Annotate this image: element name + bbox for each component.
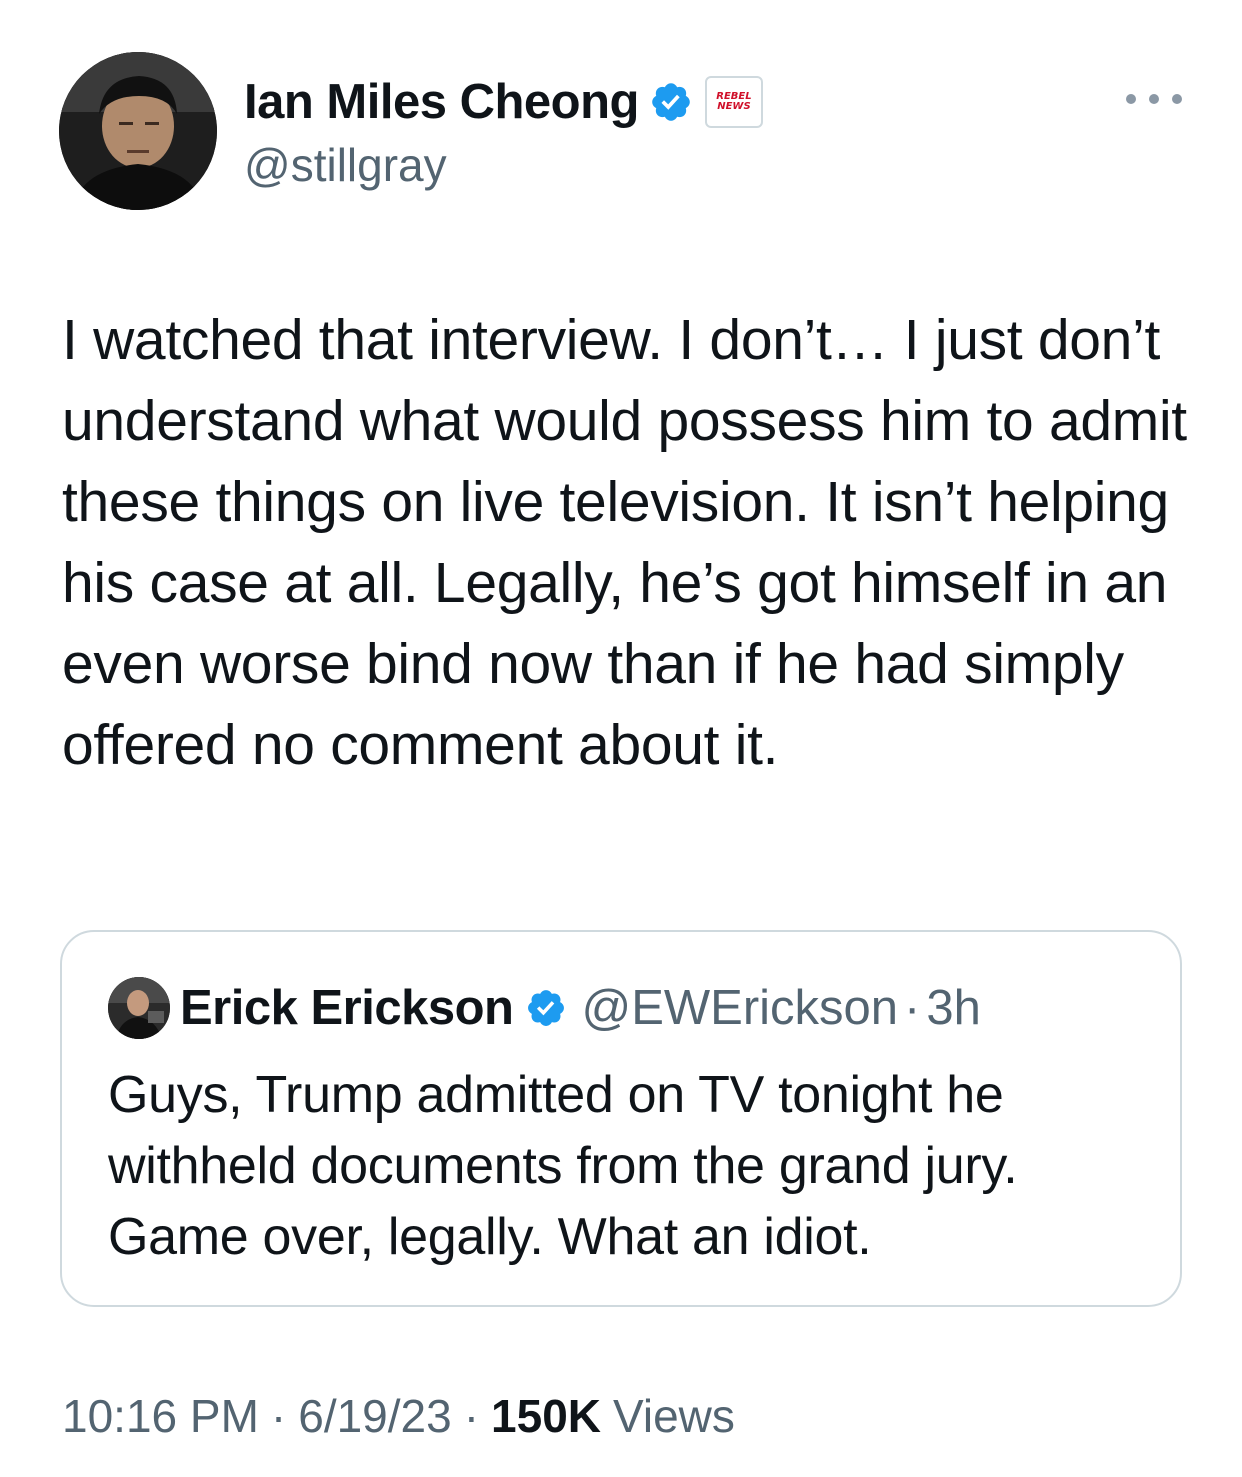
tweet-meta: 10:16 PM · 6/19/23 · 150K Views — [62, 1386, 735, 1446]
tweet-text: I watched that interview. I don’t… I jus… — [62, 308, 1187, 777]
quoted-author-handle[interactable]: @EWErickson — [581, 980, 898, 1036]
meta-separator: · — [270, 1390, 287, 1442]
author-handle[interactable]: @stillgray — [244, 138, 447, 192]
views-count[interactable]: 150K — [491, 1389, 601, 1443]
more-dots-icon — [1149, 94, 1159, 104]
tweet-date[interactable]: 6/19/23 — [298, 1389, 451, 1443]
tweet-time[interactable]: 10:16 PM — [62, 1389, 259, 1443]
views-label: Views — [613, 1390, 735, 1442]
quoted-tweet-header: Erick Erickson @EWErickson · 3h — [108, 977, 981, 1039]
quoted-tweet-card[interactable]: Erick Erickson @EWErickson · 3h Guys, Tr… — [60, 930, 1182, 1307]
quoted-author-avatar[interactable] — [108, 977, 170, 1039]
tweet: Ian Miles Cheong REBEL NEWS @stillgray I… — [0, 0, 1242, 1477]
more-dots-icon — [1172, 94, 1182, 104]
more-dots-icon — [1126, 94, 1136, 104]
meta-separator: · — [463, 1390, 480, 1442]
quoted-tweet-text: Guys, Trump admitted on TV tonight he wi… — [108, 1066, 1018, 1266]
author-name-row: Ian Miles Cheong REBEL NEWS — [244, 72, 763, 132]
verified-badge-icon[interactable] — [649, 80, 693, 124]
author-display-name[interactable]: Ian Miles Cheong — [244, 74, 639, 130]
affiliate-badge[interactable]: REBEL NEWS — [704, 76, 763, 128]
verified-badge-icon — [525, 987, 567, 1029]
quoted-author-display-name[interactable]: Erick Erickson — [180, 980, 514, 1036]
affiliate-badge-line-2: NEWS — [717, 101, 751, 112]
more-options-button[interactable] — [1126, 84, 1182, 114]
author-avatar[interactable] — [59, 52, 217, 210]
quoted-timestamp[interactable]: 3h — [926, 980, 981, 1036]
quoted-separator: · — [904, 981, 921, 1035]
